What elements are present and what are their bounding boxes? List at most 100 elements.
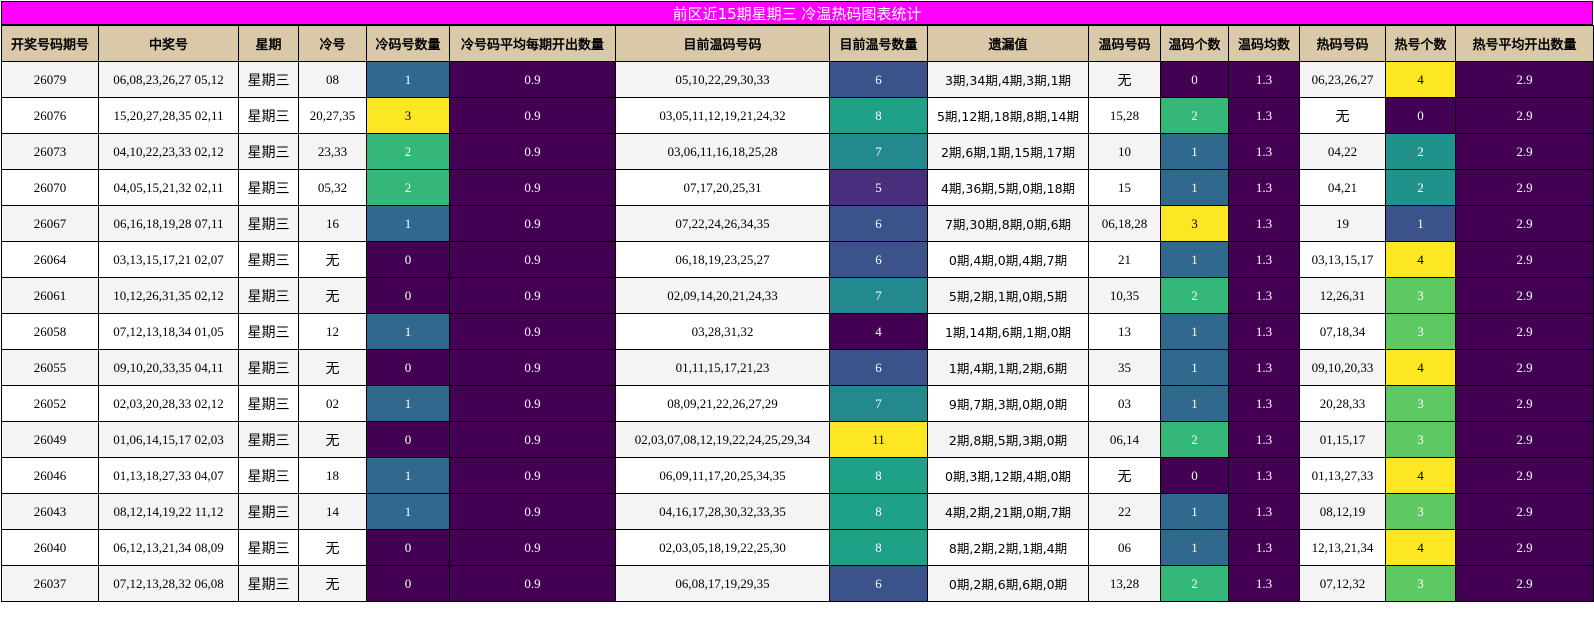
cell-hot-nums: 07,18,34 bbox=[1299, 313, 1386, 350]
cell-cold-count: 2 bbox=[366, 169, 450, 206]
header-warm-nums: 目前温码号码 bbox=[615, 25, 830, 62]
cell-hot-avg: 2.9 bbox=[1455, 529, 1594, 566]
cell-warm-count: 6 bbox=[829, 205, 928, 242]
cell-missing: 2期,8期,5期,3期,0期 bbox=[927, 421, 1089, 458]
cell-missing: 8期,2期,2期,1期,4期 bbox=[927, 529, 1089, 566]
cell-weekday: 星期三 bbox=[238, 205, 299, 242]
cell-weekday: 星期三 bbox=[238, 313, 299, 350]
cell-cold-avg: 0.9 bbox=[449, 205, 616, 242]
header-weekday: 星期 bbox=[238, 25, 299, 62]
table-row: 26037 07,12,13,28,32 06,08 星期三无 0 0.9 06,08,1… bbox=[1, 565, 1594, 602]
cell-issue: 26043 bbox=[1, 493, 99, 530]
cell-hot-count: 4 bbox=[1385, 61, 1456, 98]
cell-warm-count: 6 bbox=[829, 61, 928, 98]
cell-cold-avg: 0.9 bbox=[449, 421, 616, 458]
cell-cold-avg: 0.9 bbox=[449, 133, 616, 170]
cell-weekday: 星期三 bbox=[238, 169, 299, 206]
cell-missing: 7期,30期,8期,0期,6期 bbox=[927, 205, 1089, 242]
cell-mid-count: 2 bbox=[1160, 97, 1229, 134]
cell-missing: 2期,6期,1期,15期,17期 bbox=[927, 133, 1089, 170]
cell-warm-nums: 02,09,14,20,21,24,33 bbox=[615, 277, 830, 314]
cell-mid-count: 1 bbox=[1160, 241, 1229, 278]
cell-mid-avg: 1.3 bbox=[1228, 421, 1300, 458]
cell-hot-avg: 2.9 bbox=[1455, 313, 1594, 350]
cell-mid-nums: 06 bbox=[1088, 529, 1161, 566]
cell-cold: 无 bbox=[298, 349, 367, 386]
cell-cold: 08 bbox=[298, 61, 367, 98]
cell-cold: 无 bbox=[298, 565, 367, 602]
cell-warm-nums: 03,06,11,16,18,25,28 bbox=[615, 133, 830, 170]
header-cold: 冷号 bbox=[298, 25, 367, 62]
cell-winning: 03,13,15,17,21 02,07 bbox=[98, 241, 239, 278]
cell-hot-nums: 06,23,26,27 bbox=[1299, 61, 1386, 98]
cell-warm-count: 6 bbox=[829, 241, 928, 278]
cell-hot-avg: 2.9 bbox=[1455, 169, 1594, 206]
cell-mid-avg: 1.3 bbox=[1228, 205, 1300, 242]
table-row: 26052 02,03,20,28,33 02,12 星期三 02 1 0.9 08,09,… bbox=[1, 385, 1594, 422]
table-row: 26055 09,10,20,33,35 04,11 星期三无 0 0.9 01,11,1… bbox=[1, 349, 1594, 386]
cell-warm-nums: 08,09,21,22,26,27,29 bbox=[615, 385, 830, 422]
cell-mid-nums: 21 bbox=[1088, 241, 1161, 278]
cell-missing: 4期,36期,5期,0期,18期 bbox=[927, 169, 1089, 206]
header-cold-count: 冷码号数量 bbox=[366, 25, 450, 62]
cell-cold-avg: 0.9 bbox=[449, 313, 616, 350]
cell-winning: 01,06,14,15,17 02,03 bbox=[98, 421, 239, 458]
table-row: 26073 04,10,22,23,33 02,12 星期三 23,33 2 0.9 03,… bbox=[1, 133, 1594, 170]
cell-warm-count: 6 bbox=[829, 349, 928, 386]
cell-cold-count: 1 bbox=[366, 493, 450, 530]
cell-warm-count: 8 bbox=[829, 493, 928, 530]
cell-missing: 0期,2期,6期,6期,0期 bbox=[927, 565, 1089, 602]
cell-cold: 无 bbox=[298, 277, 367, 314]
cell-issue: 26079 bbox=[1, 61, 99, 98]
cell-winning: 04,10,22,23,33 02,12 bbox=[98, 133, 239, 170]
cell-cold-avg: 0.9 bbox=[449, 241, 616, 278]
cell-cold: 14 bbox=[298, 493, 367, 530]
table-body: 26079 06,08,23,26,27 05,12 星期三 08 1 0.9 05,10,… bbox=[1, 61, 1594, 602]
cell-issue: 26067 bbox=[1, 205, 99, 242]
cell-winning: 07,12,13,28,32 06,08 bbox=[98, 565, 239, 602]
cell-mid-avg: 1.3 bbox=[1228, 97, 1300, 134]
cell-hot-nums: 19 bbox=[1299, 205, 1386, 242]
cell-mid-count: 3 bbox=[1160, 205, 1229, 242]
cell-mid-nums: 13 bbox=[1088, 313, 1161, 350]
cell-weekday: 星期三 bbox=[238, 385, 299, 422]
cell-hot-nums: 01,15,17 bbox=[1299, 421, 1386, 458]
sheet-title: 前区近15期星期三 冷温热码图表统计 bbox=[1, 1, 1593, 25]
cell-issue: 26037 bbox=[1, 565, 99, 602]
cell-warm-count: 7 bbox=[829, 133, 928, 170]
cell-mid-avg: 1.3 bbox=[1228, 169, 1300, 206]
cell-cold-count: 1 bbox=[366, 457, 450, 494]
cell-cold-avg: 0.9 bbox=[449, 385, 616, 422]
cell-mid-avg: 1.3 bbox=[1228, 61, 1300, 98]
cell-hot-avg: 2.9 bbox=[1455, 457, 1594, 494]
table-row: 26067 06,16,18,19,28 07,11 星期三 16 1 0.9 07,22,… bbox=[1, 205, 1594, 242]
cell-mid-avg: 1.3 bbox=[1228, 565, 1300, 602]
cell-warm-count: 5 bbox=[829, 169, 928, 206]
table-row: 26064 03,13,15,17,21 02,07 星期三无 0 0.9 06,18,1… bbox=[1, 241, 1594, 278]
cell-hot-avg: 2.9 bbox=[1455, 61, 1594, 98]
cell-hot-avg: 2.9 bbox=[1455, 493, 1594, 530]
cell-weekday: 星期三 bbox=[238, 241, 299, 278]
cell-mid-count: 1 bbox=[1160, 313, 1229, 350]
cell-mid-count: 1 bbox=[1160, 385, 1229, 422]
cell-warm-count: 8 bbox=[829, 457, 928, 494]
cell-hot-avg: 2.9 bbox=[1455, 277, 1594, 314]
stats-table: 开奖号码期号 中奖号 星期 冷号 冷码号数量 冷号码平均每期开出数量 目前温码号… bbox=[1, 25, 1594, 602]
cell-hot-nums: 04,21 bbox=[1299, 169, 1386, 206]
cell-mid-nums: 10 bbox=[1088, 133, 1161, 170]
cell-cold: 20,27,35 bbox=[298, 97, 367, 134]
cell-warm-nums: 05,10,22,29,30,33 bbox=[615, 61, 830, 98]
cell-cold-avg: 0.9 bbox=[449, 169, 616, 206]
cell-cold-count: 0 bbox=[366, 241, 450, 278]
cell-issue: 26061 bbox=[1, 277, 99, 314]
cell-mid-avg: 1.3 bbox=[1228, 349, 1300, 386]
cell-mid-avg: 1.3 bbox=[1228, 385, 1300, 422]
cell-missing: 0期,4期,0期,4期,7期 bbox=[927, 241, 1089, 278]
cell-cold-avg: 0.9 bbox=[449, 565, 616, 602]
header-mid-count: 温码个数 bbox=[1160, 25, 1229, 62]
cell-warm-count: 4 bbox=[829, 313, 928, 350]
cell-winning: 08,12,14,19,22 11,12 bbox=[98, 493, 239, 530]
cell-hot-count: 3 bbox=[1385, 421, 1456, 458]
cell-warm-nums: 07,17,20,25,31 bbox=[615, 169, 830, 206]
cell-issue: 26073 bbox=[1, 133, 99, 170]
